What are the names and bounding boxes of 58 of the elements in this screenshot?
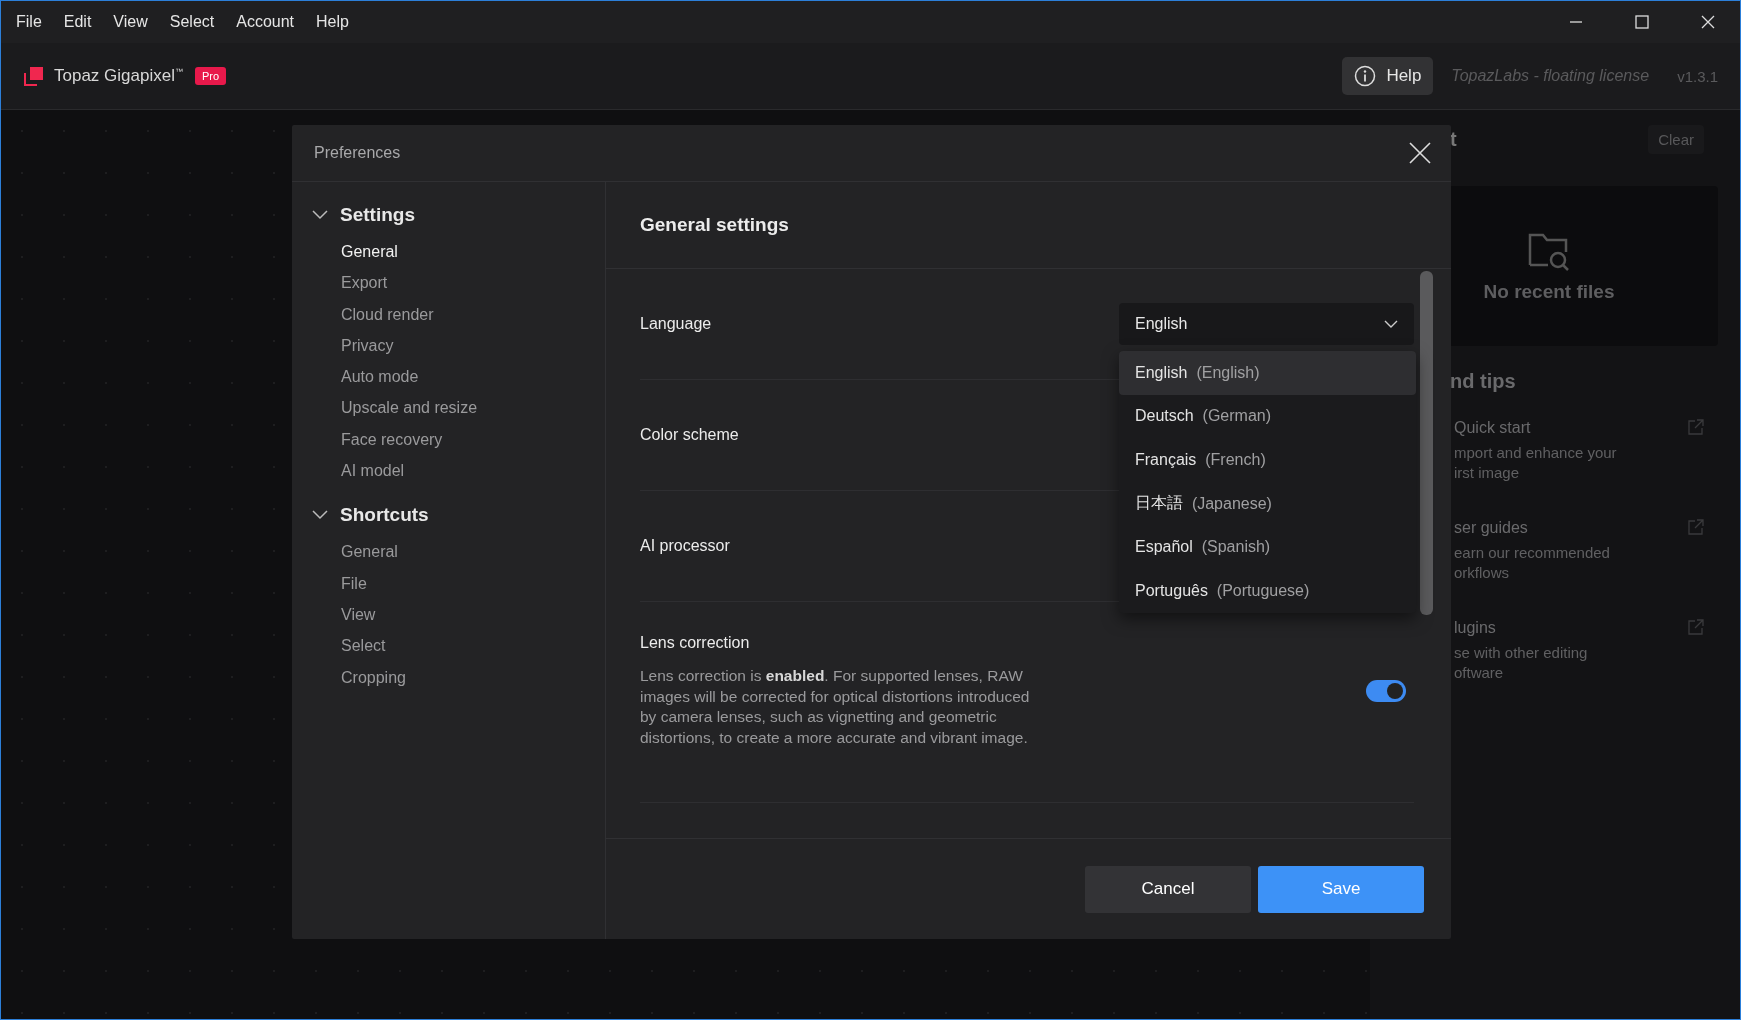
nav-item[interactable]: View <box>292 598 376 631</box>
nav-item[interactable]: AI model <box>292 455 405 487</box>
language-option[interactable]: Deutsch (German) <box>1119 394 1416 439</box>
nav-item[interactable]: Cloud render <box>292 298 434 330</box>
pro-badge: Pro <box>194 67 227 85</box>
menu-item[interactable]: File <box>16 13 42 31</box>
nav-item[interactable]: Auto mode <box>292 361 419 393</box>
setting-description: Lens correction is enabled. For supported lenses, RAW images will be corrected for optical distortions introduced by camera lenses, such as vignetting and geometric distortions, to create a more accurate and vibrant image. <box>640 666 1031 748</box>
tip-title[interactable]: ser guides <box>1454 519 1688 537</box>
nav-item[interactable]: Face recovery <box>292 423 443 456</box>
info-icon <box>1354 65 1377 87</box>
empty-state-text: No recent files <box>1483 281 1615 303</box>
content-title: General settings <box>640 214 789 236</box>
scrollbar[interactable] <box>1420 271 1433 615</box>
dialog-title: Preferences <box>314 144 401 162</box>
menu-item[interactable]: View <box>113 13 148 31</box>
logo-icon <box>24 66 44 86</box>
nav-heading[interactable]: Shortcuts <box>340 504 429 527</box>
nav-heading[interactable]: Settings <box>340 204 415 226</box>
nav-item[interactable]: General <box>292 236 398 268</box>
maximize-icon[interactable] <box>1634 14 1650 30</box>
menu-item[interactable]: Select <box>169 13 215 31</box>
language-option[interactable]: Français (French) <box>1119 438 1416 482</box>
nav-item[interactable]: Select <box>292 630 386 662</box>
license-label: TopazLabs - floating license <box>1451 67 1650 85</box>
language-option[interactable]: 日本語 (Japanese) <box>1119 481 1416 526</box>
nav-item[interactable]: File <box>292 567 367 599</box>
language-option[interactable]: Português (Portuguese) <box>1119 568 1416 613</box>
menu-item[interactable]: Help <box>316 13 349 31</box>
tip-description: se with other editing oftware <box>1454 643 1589 683</box>
chevron-icon[interactable] <box>312 210 328 220</box>
menu-item[interactable]: Account <box>236 13 295 31</box>
tip-title[interactable]: lugins <box>1454 619 1688 637</box>
setting-label: Lens correction <box>640 634 751 652</box>
version-label: v1.3.1 <box>1677 67 1718 85</box>
chevron-icon[interactable] <box>312 510 328 521</box>
language-dropdown[interactable]: English <box>1119 303 1414 345</box>
menu-item[interactable]: Edit <box>63 13 92 31</box>
nav-item[interactable]: General <box>292 536 398 568</box>
tip-description: mport and enhance your irst image <box>1454 443 1618 483</box>
tip-description: earn our recommended orkflows <box>1454 543 1611 583</box>
nav-item[interactable]: Cropping <box>292 661 406 693</box>
toggle-switch[interactable] <box>1366 680 1406 702</box>
section-title: nd tips <box>1449 370 1517 393</box>
language-option[interactable]: English (English) <box>1119 351 1416 395</box>
nav-item[interactable]: Upscale and resize <box>292 392 478 424</box>
language-option[interactable]: Español (Spanish) <box>1119 525 1416 569</box>
nav-item[interactable]: Export <box>292 267 388 299</box>
help-button[interactable]: Help <box>1342 57 1434 95</box>
setting-label: AI processor <box>640 537 730 555</box>
nav-item[interactable]: Privacy <box>292 329 394 362</box>
close-icon[interactable] <box>1409 142 1431 164</box>
chevron-down-icon <box>1384 320 1398 328</box>
setting-label: Color scheme <box>640 426 739 444</box>
app-name: Topaz Gigapixel$^{™}$ <box>54 66 183 86</box>
setting-label: Language <box>640 315 712 333</box>
cancel-button[interactable]: Cancel <box>1085 865 1251 913</box>
close-icon[interactable] <box>1700 14 1716 30</box>
